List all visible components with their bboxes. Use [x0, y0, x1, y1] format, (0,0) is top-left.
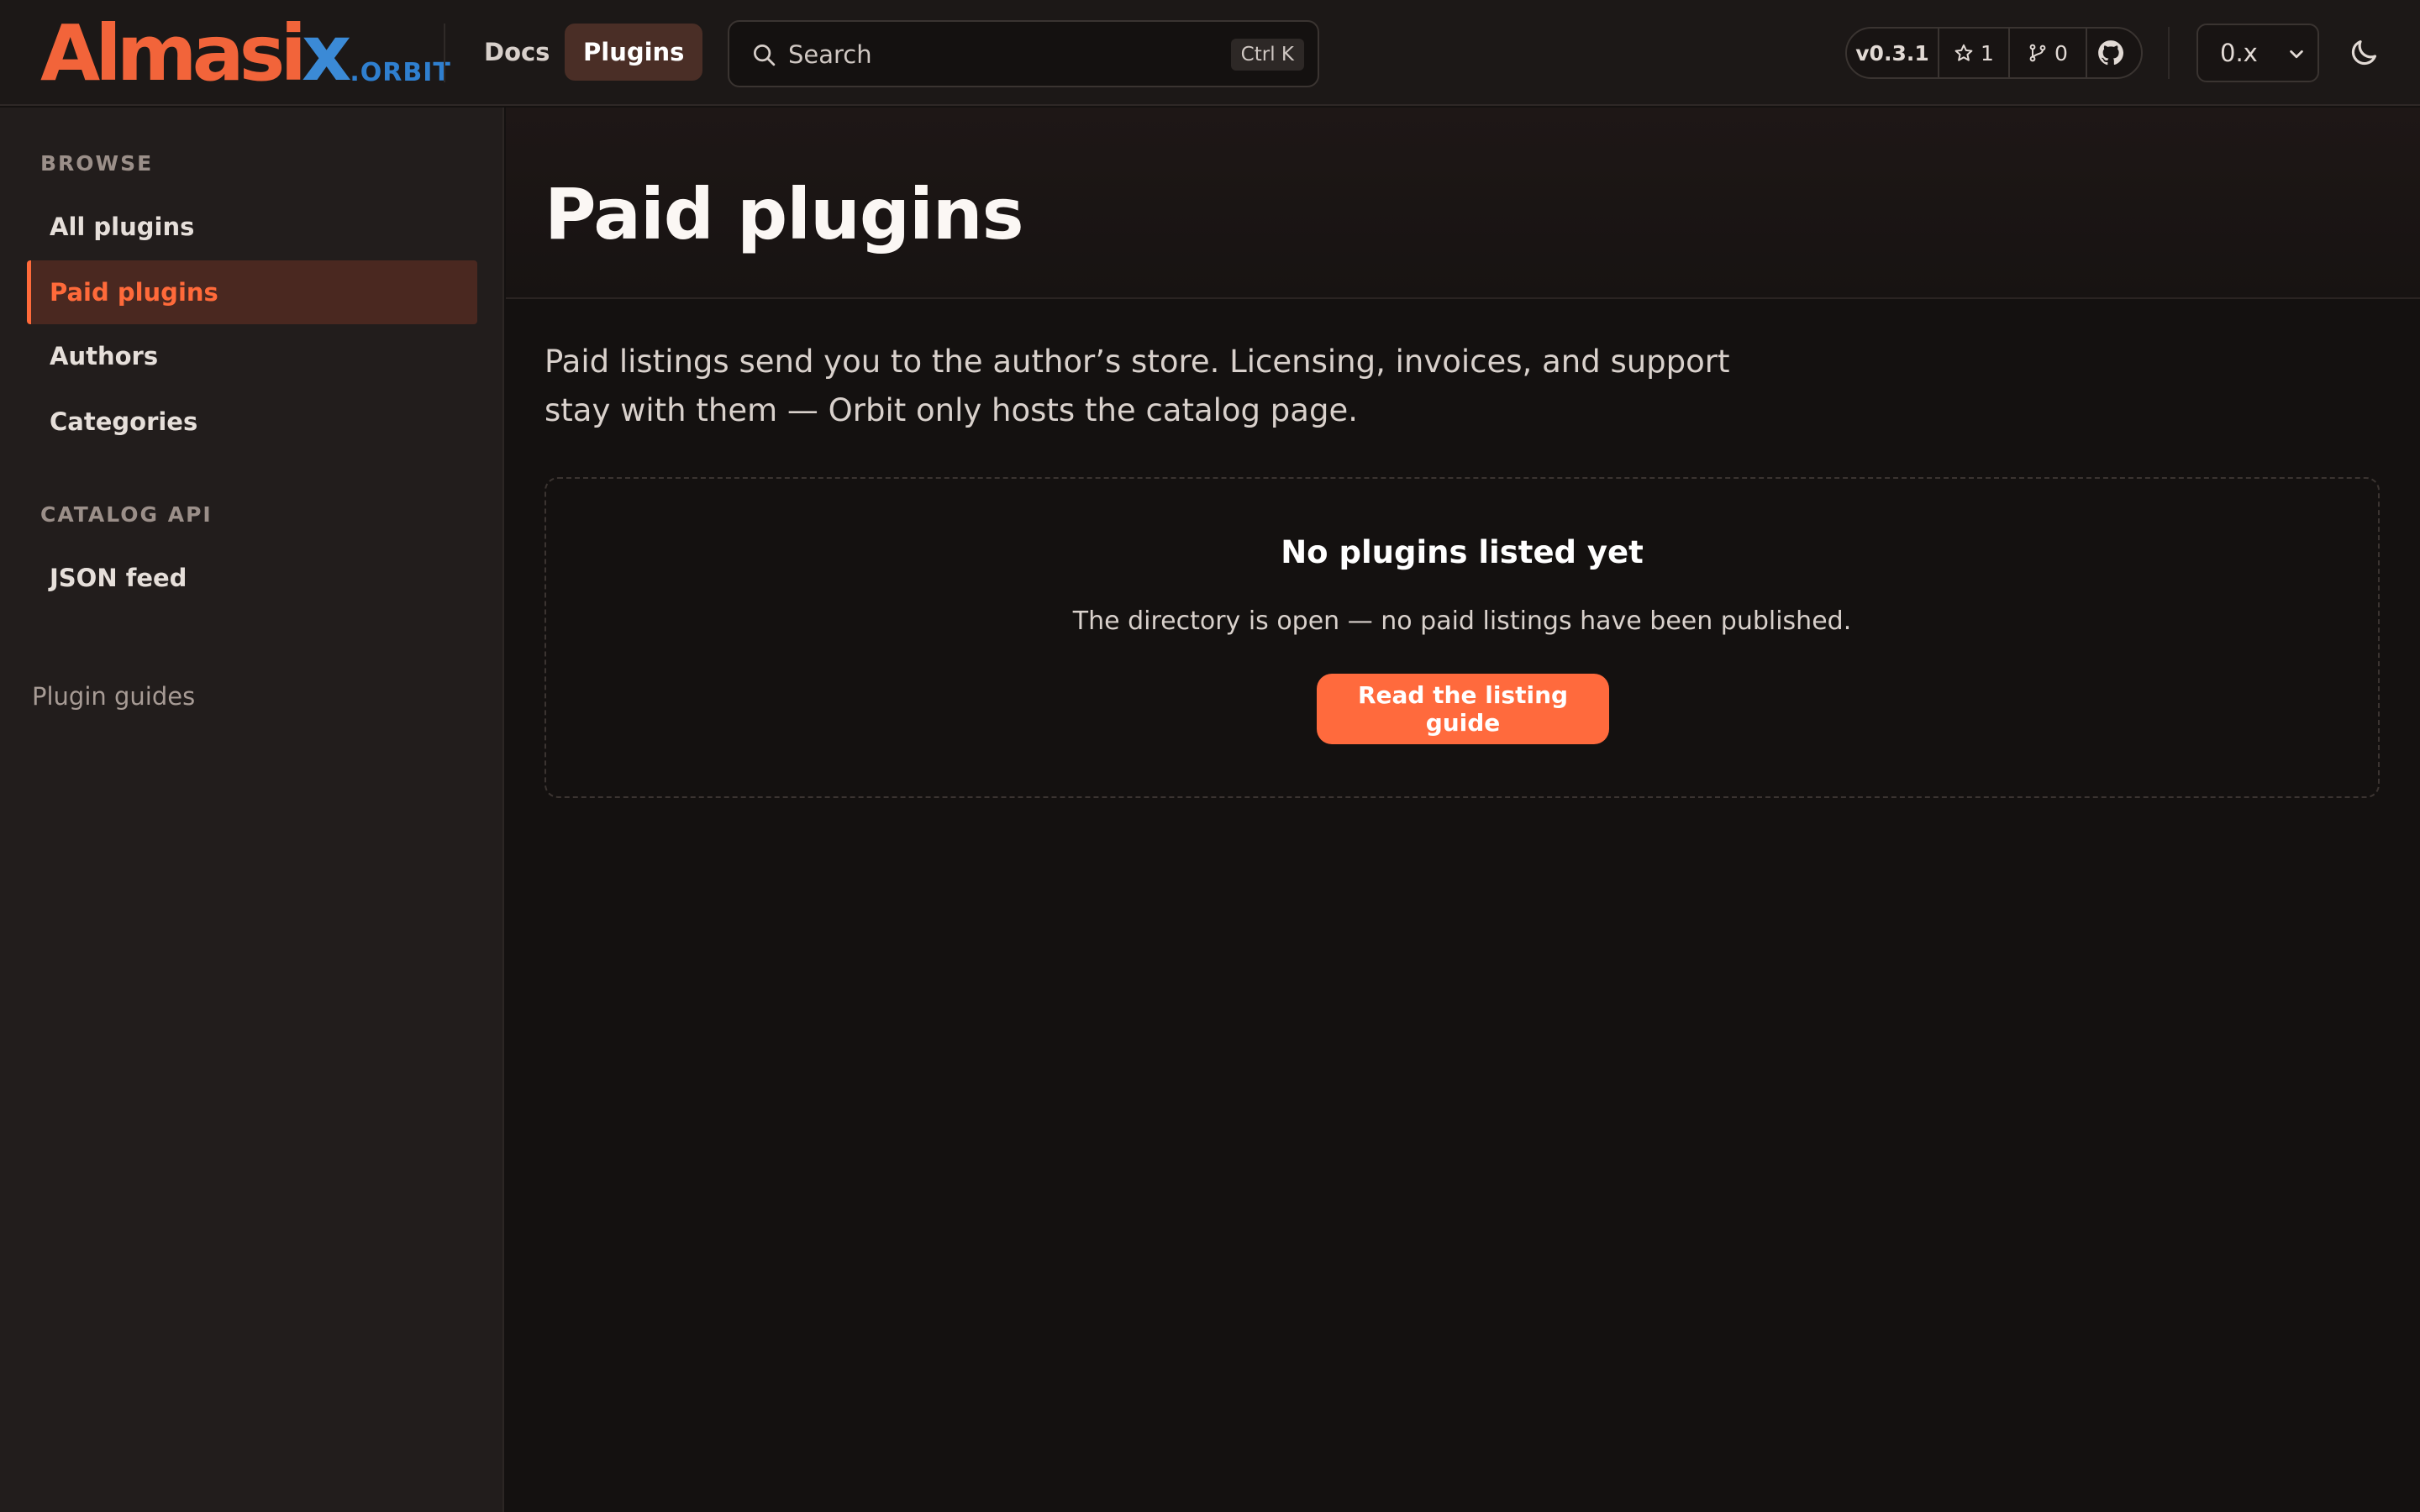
empty-state-title: No plugins listed yet [1281, 534, 1644, 570]
version-badge[interactable]: v0.3.1 [1847, 29, 1939, 77]
version-select[interactable]: 0.x [2196, 24, 2319, 82]
sidebar-heading-catalog-api: CATALOG API [40, 502, 213, 527]
top-bar: Almasix .ORBIT Docs Plugins Ctrl K v0.3.… [0, 0, 2420, 106]
search-icon [754, 45, 776, 66]
sidebar: BROWSE All plugins Paid plugins Authors … [0, 108, 504, 1512]
forks-button[interactable]: 0 [2010, 29, 2087, 77]
page-intro: Paid listings send you to the author’s s… [544, 344, 1730, 428]
sidebar-item-categories[interactable]: Categories [27, 390, 477, 454]
fork-icon [2029, 44, 2046, 62]
nav-plugins[interactable]: Plugins [565, 24, 703, 81]
empty-state: No plugins listed yet The directory is o… [544, 477, 2380, 798]
sidebar-item-paid-plugins[interactable]: Paid plugins [27, 260, 477, 324]
sidebar-item-all-plugins[interactable]: All plugins [27, 195, 477, 259]
star-icon [1954, 44, 1973, 61]
moon-icon[interactable] [2348, 37, 2380, 69]
sidebar-link-plugin-guides[interactable]: Plugin guides [32, 682, 195, 711]
stars-button[interactable]: 1 [1939, 29, 2010, 77]
header-divider [2168, 27, 2170, 79]
empty-state-text: The directory is open — no paid listings… [1072, 606, 1852, 636]
page-title: Paid plugins [544, 173, 1024, 255]
search-box[interactable]: Ctrl K [728, 20, 1319, 87]
sidebar-item-authors[interactable]: Authors [27, 324, 477, 388]
header-divider [444, 24, 445, 82]
repo-stats: v0.3.1 1 0 [1845, 27, 2143, 79]
github-button[interactable] [2087, 29, 2141, 77]
github-icon [2098, 40, 2124, 66]
search-shortcut: Ctrl K [1230, 39, 1304, 71]
logo-subtitle: .ORBIT [350, 58, 451, 87]
read-listing-guide-button[interactable]: Read the listing guide [1317, 674, 1609, 744]
sidebar-heading-browse: BROWSE [40, 151, 154, 176]
nav-docs[interactable]: Docs [466, 24, 568, 81]
sidebar-item-json-feed[interactable]: JSON feed [27, 546, 477, 610]
logo-wordmark: Almasix [40, 8, 351, 98]
brand-logo[interactable]: Almasix .ORBIT [40, 8, 451, 98]
search-input[interactable] [788, 32, 1192, 77]
chevron-down-icon [2290, 50, 2303, 59]
